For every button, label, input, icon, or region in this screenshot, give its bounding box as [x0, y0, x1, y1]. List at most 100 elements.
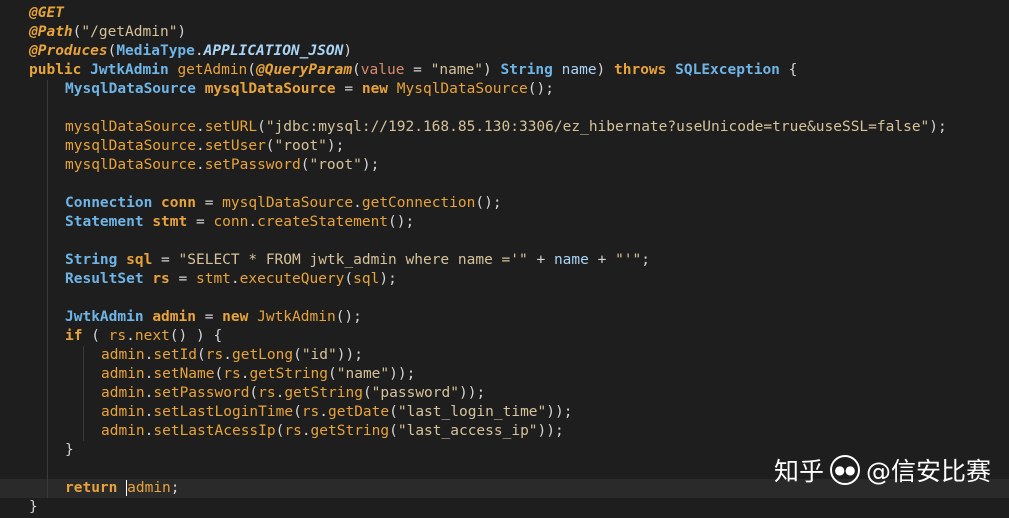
- code-token: return: [65, 480, 118, 496]
- code-token: APPLICATION_JSON: [203, 43, 344, 59]
- code-token: setPassword: [153, 385, 250, 401]
- code-token: "name": [430, 62, 484, 78]
- code-line-text: mysqlDataSource.setPassword("root");: [29, 156, 379, 175]
- code-token: sql: [126, 252, 153, 268]
- code-token: .: [194, 43, 204, 59]
- code-token: "root": [309, 157, 362, 173]
- code-token: value: [360, 62, 405, 78]
- code-token: ;: [641, 252, 650, 268]
- code-token: );: [379, 271, 397, 287]
- code-token: @Path: [29, 24, 73, 40]
- code-line[interactable]: Connection conn = mysqlDataSource.getCon…: [0, 194, 1009, 213]
- code-line[interactable]: MysqlDataSource mysqlDataSource = new My…: [0, 80, 1009, 99]
- code-token: mysqlDataSource: [65, 119, 196, 135]
- code-line-text: mysqlDataSource.setUser("root");: [29, 137, 344, 156]
- code-line[interactable]: mysqlDataSource.setUser("root");: [0, 137, 1009, 156]
- code-line[interactable]: admin.setName(rs.getString("name"));: [0, 365, 1009, 384]
- code-line-text: Statement stmt = conn.createStatement();: [29, 213, 414, 232]
- code-token: MediaType: [116, 43, 195, 59]
- code-token: "SELECT * FROM jwtk_admin where name ='": [178, 252, 528, 268]
- watermark-author: @信安比赛: [865, 457, 991, 486]
- code-token: ): [596, 62, 606, 78]
- code-line[interactable]: admin.setId(rs.getLong("id"));: [0, 346, 1009, 365]
- code-token: (: [293, 404, 302, 420]
- code-token: (: [389, 423, 398, 439]
- code-line-text: MysqlDataSource mysqlDataSource = new My…: [29, 80, 554, 99]
- code-token: setUser: [204, 138, 266, 154]
- code-token: .: [248, 214, 258, 230]
- code-line[interactable]: }: [0, 498, 1009, 517]
- code-token: rs: [205, 347, 224, 363]
- code-token: sql: [353, 271, 380, 287]
- code-token: conn: [213, 214, 249, 230]
- code-token: .: [195, 138, 205, 154]
- code-token: rs: [152, 271, 170, 287]
- code-line[interactable]: @GET: [0, 4, 1009, 23]
- code-line[interactable]: ResultSet rs = stmt.executeQuery(sql);: [0, 270, 1009, 289]
- watermark: 知乎 ●● @信安比赛: [774, 452, 991, 488]
- code-token: throws: [614, 62, 667, 78]
- code-token: rs: [301, 404, 320, 420]
- code-line-text: public JwtkAdmin getAdmin(@QueryParam(va…: [29, 61, 797, 80]
- indent-guide: [47, 80, 48, 498]
- code-token: mysqlDataSource: [65, 157, 196, 173]
- code-line[interactable]: if ( rs.next() ) {: [0, 327, 1009, 346]
- code-token: (: [328, 366, 337, 382]
- code-line[interactable]: admin.setLastLoginTime(rs.getDate("last_…: [0, 403, 1009, 422]
- code-token: getDate: [328, 404, 390, 420]
- code-token: ));: [336, 347, 363, 363]
- code-token: admin: [101, 423, 145, 439]
- code-token: new: [222, 309, 249, 325]
- code-line-text: }: [29, 441, 74, 460]
- code-token: (: [249, 385, 259, 401]
- code-token: rs: [108, 328, 127, 344]
- code-token: @Produces: [29, 43, 108, 59]
- code-token: ): [483, 62, 492, 78]
- code-token: ();: [475, 195, 502, 211]
- code-token: ResultSet: [65, 271, 144, 287]
- code-token: MysqlDataSource: [65, 81, 196, 97]
- code-token: (: [107, 43, 117, 59]
- code-token: mysqlDataSource: [222, 195, 354, 211]
- code-editor[interactable]: @GET @Path("/getAdmin") @Produces(MediaTyp…: [0, 0, 1009, 518]
- code-line[interactable]: mysqlDataSource.setURL("jdbc:mysql://192…: [0, 118, 1009, 137]
- code-line[interactable]: admin.setLastAcessIp(rs.getString("last_…: [0, 422, 1009, 441]
- code-line[interactable]: Statement stmt = conn.createStatement();: [0, 213, 1009, 232]
- code-line[interactable]: String sql = "SELECT * FROM jwtk_admin w…: [0, 251, 1009, 270]
- code-token: "last_access_ip": [397, 423, 538, 439]
- code-line[interactable]: mysqlDataSource.setPassword("root");: [0, 156, 1009, 175]
- code-token: }: [65, 442, 74, 458]
- code-token: .: [223, 347, 232, 363]
- code-line[interactable]: [0, 232, 1009, 251]
- code-line[interactable]: @Produces(MediaType.APPLICATION_JSON): [0, 42, 1009, 61]
- code-line[interactable]: [0, 99, 1009, 118]
- code-token: admin: [101, 385, 145, 401]
- code-line[interactable]: @Path("/getAdmin"): [0, 23, 1009, 42]
- code-line[interactable]: [0, 175, 1009, 194]
- code-token: ));: [537, 423, 564, 439]
- code-line[interactable]: admin.setPassword(rs.getString("password…: [0, 384, 1009, 403]
- code-token: =: [195, 309, 223, 325]
- code-token: ));: [458, 385, 486, 401]
- code-token: "root": [274, 138, 327, 154]
- code-token: .: [195, 157, 205, 173]
- code-token: (: [352, 62, 361, 78]
- code-line-text: JwtkAdmin admin = new JwtkAdmin();: [29, 308, 362, 327]
- code-line[interactable]: public JwtkAdmin getAdmin(@QueryParam(va…: [0, 61, 1009, 80]
- code-token: setURL: [204, 119, 258, 135]
- code-line[interactable]: JwtkAdmin admin = new JwtkAdmin();: [0, 308, 1009, 327]
- code-line-text: @Produces(MediaType.APPLICATION_JSON): [29, 42, 352, 61]
- code-token: @GET: [29, 5, 64, 21]
- code-token: setLastAcessIp: [153, 423, 276, 439]
- code-line-text: if ( rs.next() ) {: [29, 327, 222, 346]
- code-line[interactable]: [0, 289, 1009, 308]
- code-token: rs: [258, 385, 276, 401]
- code-token: stmt: [195, 271, 231, 287]
- code-line-text: admin.setLastLoginTime(rs.getDate("last_…: [29, 403, 572, 422]
- code-token: ();: [335, 309, 362, 325]
- code-token: ): [343, 43, 353, 59]
